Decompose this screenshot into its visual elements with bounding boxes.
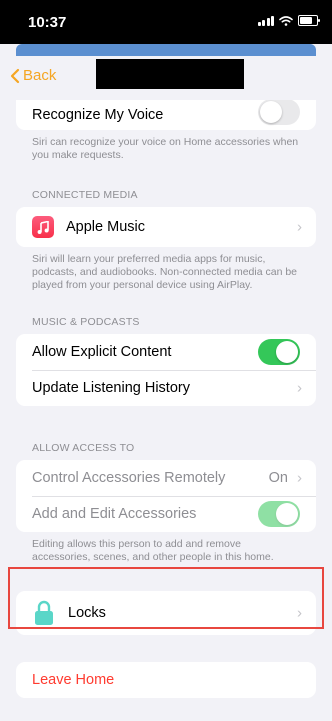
recognize-voice-toggle[interactable] [258,100,300,125]
battery-icon [298,15,320,26]
navigation-bar: Back [0,56,332,100]
voice-footer: Siri can recognize your voice on Home ac… [32,136,299,161]
music-podcasts-header: MUSIC & PODCASTS [32,316,140,328]
recognize-voice-row[interactable]: Recognize My Voice [16,100,316,130]
add-edit-row[interactable]: Add and Edit Accessories [16,496,316,532]
leave-home-group: Leave Home [16,662,316,698]
control-remotely-row[interactable]: Control Accessories Remotely On › [16,460,316,496]
voice-group: Recognize My Voice [16,100,316,130]
status-time: 10:37 [28,14,67,31]
allow-access-footer: Editing allows this person to add and re… [32,538,274,563]
leave-home-button[interactable]: Leave Home [16,662,316,698]
explicit-content-label: Allow Explicit Content [32,344,172,360]
listening-history-label: Update Listening History [32,380,190,396]
connected-media-group: Apple Music › [16,207,316,247]
status-icons [257,15,320,26]
allow-access-header: ALLOW ACCESS TO [32,442,135,454]
explicit-content-toggle[interactable] [258,339,300,365]
allow-access-group: Control Accessories Remotely On › Add an… [16,460,316,532]
back-label: Back [23,67,57,84]
control-remotely-label: Control Accessories Remotely [32,470,226,486]
apple-music-label: Apple Music [66,219,145,235]
signal-icon [257,16,274,26]
explicit-content-row[interactable]: Allow Explicit Content [16,334,316,370]
recognize-voice-label: Recognize My Voice [32,107,164,123]
phone-screen: 10:37 Back Recognize My Voice Siri can r… [0,0,332,721]
connected-media-header: CONNECTED MEDIA [32,189,138,201]
music-podcasts-group: Allow Explicit Content Update Listening … [16,334,316,406]
leave-home-label: Leave Home [32,672,115,688]
add-edit-label: Add and Edit Accessories [32,506,197,522]
music-note-icon [32,216,54,238]
apple-music-row[interactable]: Apple Music › [16,207,316,247]
wifi-icon [279,16,293,26]
chevron-right-icon: › [297,379,302,397]
chevron-right-icon: › [297,469,302,487]
control-remotely-value: On [268,470,288,486]
highlight-box [8,567,324,629]
chevron-right-icon: › [297,218,302,236]
status-bar: 10:37 [0,0,332,44]
back-button[interactable]: Back [10,67,56,84]
listening-history-row[interactable]: Update Listening History › [16,370,316,406]
connected-media-footer: Siri will learn your preferred media app… [32,253,298,291]
redacted-title [96,59,244,89]
add-edit-toggle[interactable] [258,501,300,527]
chevron-left-icon [10,68,20,83]
